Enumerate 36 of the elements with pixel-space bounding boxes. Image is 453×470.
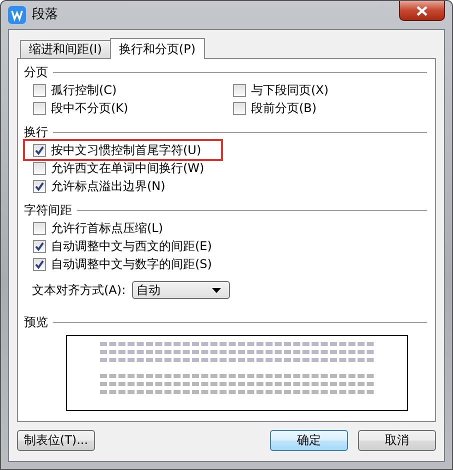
checkbox[interactable] bbox=[233, 84, 246, 96]
dialog-button[interactable]: 确定 bbox=[270, 430, 348, 451]
checkbox[interactable] bbox=[33, 240, 46, 252]
checkbox[interactable] bbox=[33, 180, 46, 192]
checkbox-label: 允许行首标点压缩(L) bbox=[51, 220, 164, 236]
app-icon bbox=[8, 6, 26, 24]
checkbox-label: 与下段同页(X) bbox=[251, 82, 329, 98]
window-title: 段落 bbox=[32, 6, 58, 24]
alignment-dropdown[interactable]: 自动 bbox=[132, 281, 230, 299]
tab[interactable]: 缩进和间距(I) bbox=[20, 40, 111, 58]
section-title: 字符间距 bbox=[24, 202, 72, 218]
checkbox-label: 允许标点溢出边界(N) bbox=[51, 178, 166, 194]
close-icon bbox=[416, 6, 428, 16]
section-title: 预览 bbox=[24, 314, 48, 330]
field-label: 文本对齐方式(A): bbox=[32, 282, 126, 298]
checkbox[interactable] bbox=[33, 162, 46, 174]
dialog-button[interactable]: 制表位(T)... bbox=[17, 430, 95, 451]
checkbox-label: 段前分页(B) bbox=[251, 100, 317, 116]
checkbox[interactable] bbox=[33, 84, 46, 96]
checkbox-label: 自动调整中文与数字的间距(S) bbox=[51, 256, 212, 272]
checkbox-label: 按中文习惯控制首尾字符(U) bbox=[51, 142, 202, 158]
tab[interactable]: 换行和分页(P) bbox=[110, 38, 205, 59]
checkbox-label: 允许西文在单词中间换行(W) bbox=[51, 160, 204, 176]
section-title: 换行 bbox=[24, 124, 48, 140]
section-title: 分页 bbox=[24, 64, 48, 80]
checkbox-label: 自动调整中文与西文的间距(E) bbox=[51, 238, 212, 254]
checkbox[interactable] bbox=[33, 258, 46, 270]
checkbox[interactable] bbox=[233, 102, 246, 114]
dialog-button[interactable]: 取消 bbox=[358, 430, 436, 451]
checkbox[interactable] bbox=[33, 144, 46, 156]
checkbox[interactable] bbox=[33, 222, 46, 234]
close-button[interactable] bbox=[399, 1, 445, 21]
checkbox-label: 孤行控制(C) bbox=[51, 82, 117, 98]
checkbox-label: 段中不分页(K) bbox=[51, 100, 128, 116]
dropdown-arrow-icon bbox=[212, 288, 221, 292]
checkbox[interactable] bbox=[33, 102, 46, 114]
